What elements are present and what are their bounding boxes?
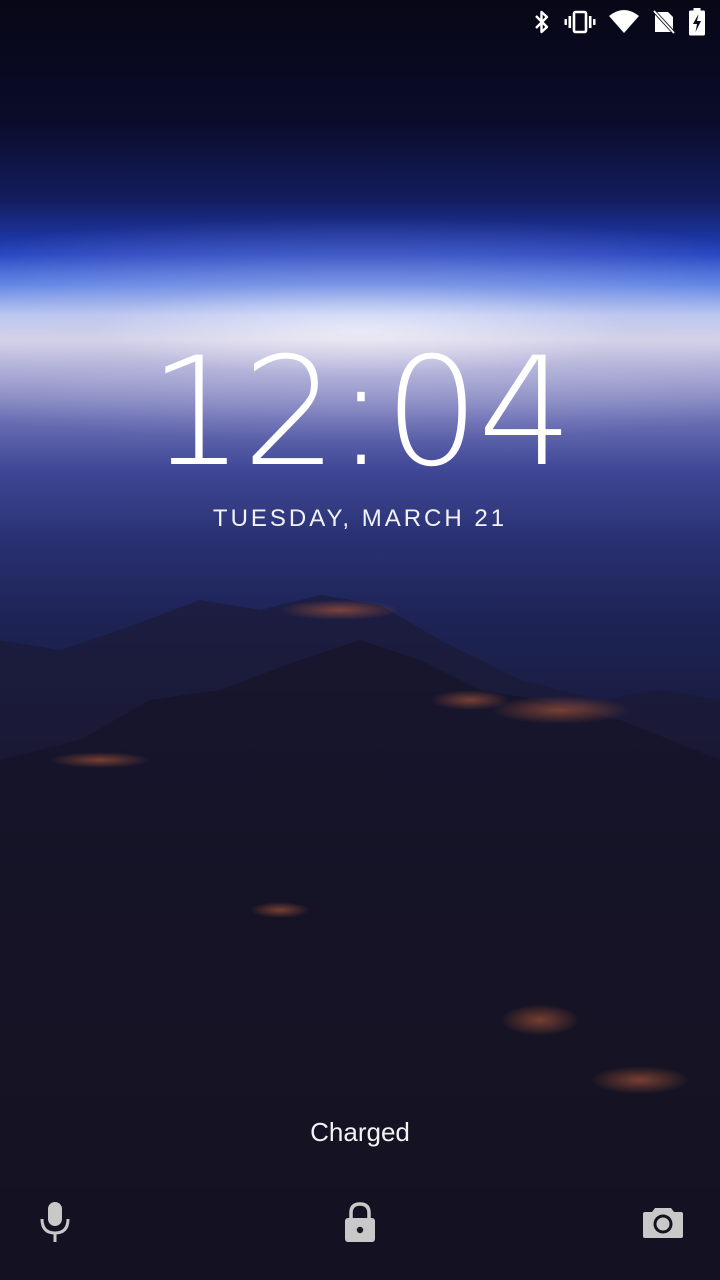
lock-screen: 12:04 TUESDAY, MARCH 21 Charged: [0, 0, 720, 1280]
clock-time: 12:04: [148, 326, 573, 500]
camera-icon: [641, 1204, 685, 1245]
vibrate-icon: [564, 9, 596, 35]
microphone-icon: [37, 1200, 73, 1249]
battery-charging-icon: [688, 8, 706, 36]
wallpaper-terrain: [0, 595, 720, 1280]
no-sim-icon: [652, 9, 676, 35]
unlock-button[interactable]: [332, 1198, 388, 1250]
charging-status: Charged: [310, 1117, 410, 1147]
voice-assist-button[interactable]: [27, 1198, 83, 1250]
date-label: TUESDAY, MARCH 21: [212, 505, 508, 532]
camera-button[interactable]: [635, 1198, 691, 1250]
lock-icon: [342, 1200, 378, 1249]
status-bar: [532, 0, 720, 44]
wifi-icon: [608, 9, 640, 35]
bluetooth-icon: [532, 9, 552, 35]
